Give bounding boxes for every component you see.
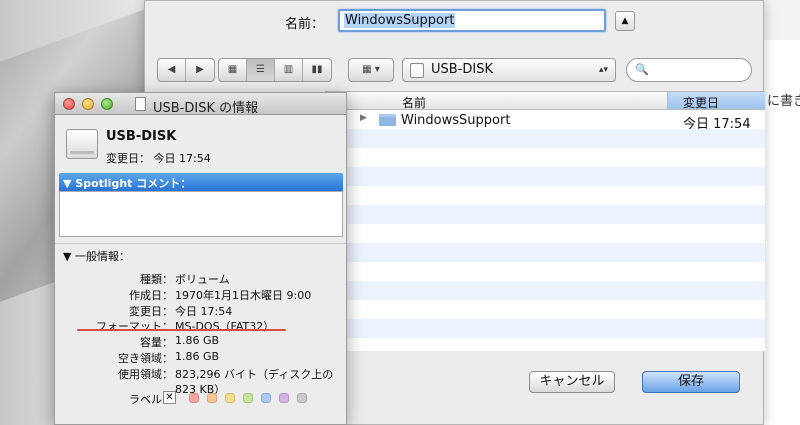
- window-title: USB-DISK の情報: [153, 101, 259, 116]
- filename-text: WindowsSupport: [344, 13, 456, 28]
- info-label: 使用領域：: [118, 368, 173, 381]
- info-row-used: 使用領域： 823,296 バイト（ディスク上の: [55, 366, 346, 382]
- info-label: 作成日：: [129, 289, 173, 302]
- empty-row: [325, 319, 765, 338]
- spotlight-comments-input[interactable]: [59, 191, 343, 237]
- label-none-button[interactable]: ✕: [163, 391, 176, 404]
- empty-row: [325, 167, 765, 186]
- filename-input[interactable]: WindowsSupport: [338, 9, 606, 32]
- info-row-capacity: 容量： 1.86 GB: [55, 334, 346, 350]
- info-value: ボリューム: [175, 273, 230, 286]
- filename-row: 名前： WindowsSupport ▲: [145, 8, 763, 34]
- back-button[interactable]: ◀: [158, 59, 186, 81]
- minimize-window-button[interactable]: [82, 98, 94, 110]
- empty-row: [325, 243, 765, 262]
- empty-row: [325, 281, 765, 300]
- usb-disk-icon: [66, 129, 98, 159]
- arrange-button[interactable]: ▦ ▾: [348, 58, 394, 82]
- coverflow-view-icon[interactable]: ▮▮: [303, 59, 331, 81]
- search-input[interactable]: 🔍: [626, 58, 752, 82]
- info-row-created: 作成日： 1970年1月1日木曜日 9:00: [55, 287, 346, 303]
- file-row[interactable]: ▶ WindowsSupport 今日 17:54: [325, 110, 765, 132]
- info-value: 1970年1月1日木曜日 9:00: [175, 289, 312, 302]
- divider: [55, 243, 346, 244]
- info-label: 変更日：: [129, 305, 173, 318]
- collapse-dialog-button[interactable]: ▲: [615, 11, 635, 31]
- location-label: USB-DISK: [431, 62, 493, 77]
- popup-arrows-icon: ▴▾: [598, 65, 608, 75]
- background-doc-text: に書き: [767, 94, 800, 109]
- disk-name: USB-DISK: [106, 129, 177, 144]
- view-mode-buttons: ▦ ☰ ▥ ▮▮: [218, 58, 332, 82]
- save-button[interactable]: 保存: [642, 371, 740, 393]
- info-label: 種類：: [140, 273, 173, 286]
- info-value: 1.86 GB: [175, 350, 220, 363]
- info-value: 1.86 GB: [175, 334, 220, 347]
- cancel-button[interactable]: キャンセル: [529, 371, 615, 393]
- label-color-swatch[interactable]: [297, 393, 307, 403]
- search-icon: 🔍: [635, 63, 649, 76]
- label-color-swatch[interactable]: [279, 393, 289, 403]
- browser-toolbar: ◀ ▶ ▦ ☰ ▥ ▮▮ ▦ ▾ USB-DISK ▴▾ 🔍: [145, 58, 763, 84]
- label-color-swatch[interactable]: [243, 393, 253, 403]
- info-row-kind: 種類： ボリューム: [55, 271, 346, 287]
- background-document: に書き: [760, 40, 800, 425]
- close-window-button[interactable]: [63, 98, 75, 110]
- list-view-icon[interactable]: ☰: [247, 59, 275, 81]
- label-color-swatch[interactable]: [261, 393, 271, 403]
- title-bar: USB-DISK の情報: [55, 93, 346, 116]
- label-color-swatch[interactable]: [207, 393, 217, 403]
- info-row-available: 空き領域： 1.86 GB: [55, 350, 346, 366]
- spotlight-comments-header[interactable]: ▼ Spotlight コメント：: [59, 173, 343, 191]
- label-color-swatch[interactable]: [189, 393, 199, 403]
- icon-view-icon[interactable]: ▦: [219, 59, 247, 81]
- info-label: 空き領域：: [118, 352, 173, 365]
- info-row-format: フォーマット： MS-DOS（FAT32）: [55, 318, 346, 334]
- info-row-modified: 変更日： 今日 17:54: [55, 303, 346, 319]
- document-icon: [135, 97, 146, 111]
- general-info-header[interactable]: ▼ 一般情報：: [63, 248, 130, 264]
- info-label: フォーマット：: [96, 320, 173, 333]
- empty-row: [325, 205, 765, 224]
- zoom-window-button[interactable]: [101, 98, 113, 110]
- column-header-name[interactable]: 名前: [402, 94, 426, 111]
- format-highlight-underline: [77, 329, 286, 331]
- file-name: WindowsSupport: [401, 113, 511, 128]
- navigation-buttons: ◀ ▶: [157, 58, 215, 82]
- location-popup[interactable]: USB-DISK ▴▾: [402, 58, 616, 82]
- file-list: 名前 変更日 ▶ WindowsSupport 今日 17:54: [325, 91, 765, 351]
- disclosure-triangle-icon[interactable]: ▶: [360, 113, 367, 123]
- info-value: 823,296 バイト（ディスク上の: [175, 368, 334, 381]
- info-label: 容量：: [140, 336, 173, 349]
- filename-label: 名前：: [285, 17, 325, 32]
- folder-icon: [379, 114, 396, 126]
- column-header-date[interactable]: 変更日: [667, 92, 765, 110]
- disk-icon: [410, 63, 424, 78]
- get-info-window: USB-DISK の情報 USB-DISK 変更日： 今日 17:54 ▼ Sp…: [54, 92, 347, 425]
- file-list-header: 名前 変更日: [325, 92, 765, 110]
- label-color-swatch[interactable]: [225, 393, 235, 403]
- info-value: MS-DOS（FAT32）: [175, 320, 275, 333]
- disk-modified: 変更日： 今日 17:54: [106, 152, 211, 165]
- column-view-icon[interactable]: ▥: [275, 59, 303, 81]
- forward-button[interactable]: ▶: [186, 59, 214, 81]
- empty-row: [325, 129, 765, 148]
- info-value: 今日 17:54: [175, 305, 233, 318]
